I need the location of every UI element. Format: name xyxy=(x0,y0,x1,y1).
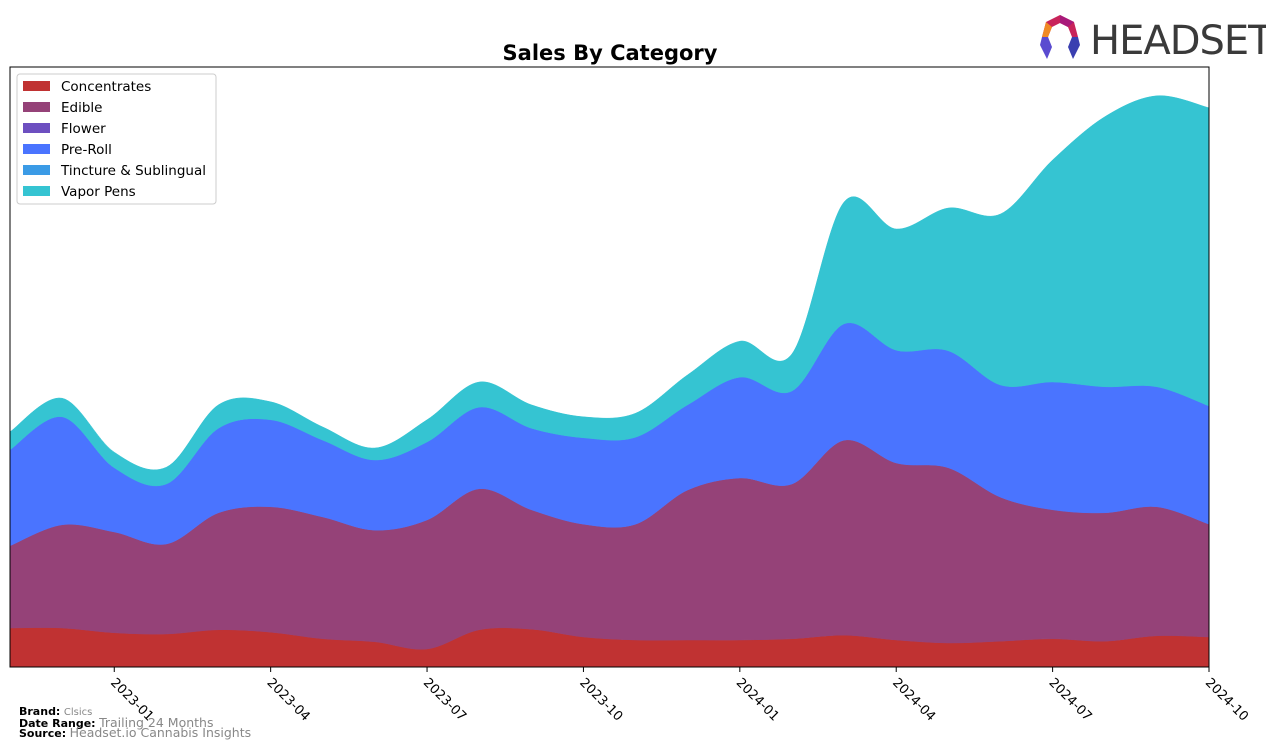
headset-hexagon-icon xyxy=(1040,15,1080,59)
legend-swatch xyxy=(23,102,50,112)
source-value: Headset.io Cannabis Insights xyxy=(69,725,252,740)
x-tick-label: 2024-10 xyxy=(1202,675,1251,724)
legend-swatch xyxy=(23,186,50,196)
legend-label: Tincture & Sublingual xyxy=(60,163,206,179)
legend: Concentrates Edible Flower Pre-Roll Tincture… xyxy=(16,73,217,205)
chart-title: Sales By Category xyxy=(503,41,718,65)
x-tick-label: 2023-04 xyxy=(264,675,313,724)
legend-swatch xyxy=(23,81,50,91)
legend-swatch xyxy=(23,165,50,175)
legend-label: Vapor Pens xyxy=(61,184,136,200)
footer-source: Source: Headset.io Cannabis Insights xyxy=(19,725,252,740)
x-tick-label: 2024-01 xyxy=(733,675,782,724)
headset-logo-text: HEADSET xyxy=(1090,18,1266,62)
legend-label: Concentrates xyxy=(61,79,151,95)
legend-label: Flower xyxy=(61,121,106,137)
x-tick-label: 2024-04 xyxy=(889,675,938,724)
headset-logo-mark: HEADSET xyxy=(1040,15,1274,64)
x-axis: 2023-01 2023-04 2023-07 2023-10 2024-01 2024-… xyxy=(107,667,1251,724)
legend-label: Pre-Roll xyxy=(61,142,112,158)
chart-footer: Brand: Clsics Date Range: Trailing 24 Mo… xyxy=(19,706,252,740)
x-tick-label: 2024-07 xyxy=(1046,675,1095,724)
sales-by-category-chart: Sales By Category 2023-01 2023-04 2023-07 2… xyxy=(9,41,1251,724)
x-tick-label: 2023-07 xyxy=(420,675,469,724)
x-tick-label: 2023-10 xyxy=(576,675,625,724)
legend-swatch xyxy=(23,123,50,133)
legend-label: Edible xyxy=(61,100,102,116)
headset-logo: HEADSET xyxy=(1036,14,1274,64)
source-label: Source: xyxy=(19,727,67,740)
legend-swatch xyxy=(23,144,50,154)
